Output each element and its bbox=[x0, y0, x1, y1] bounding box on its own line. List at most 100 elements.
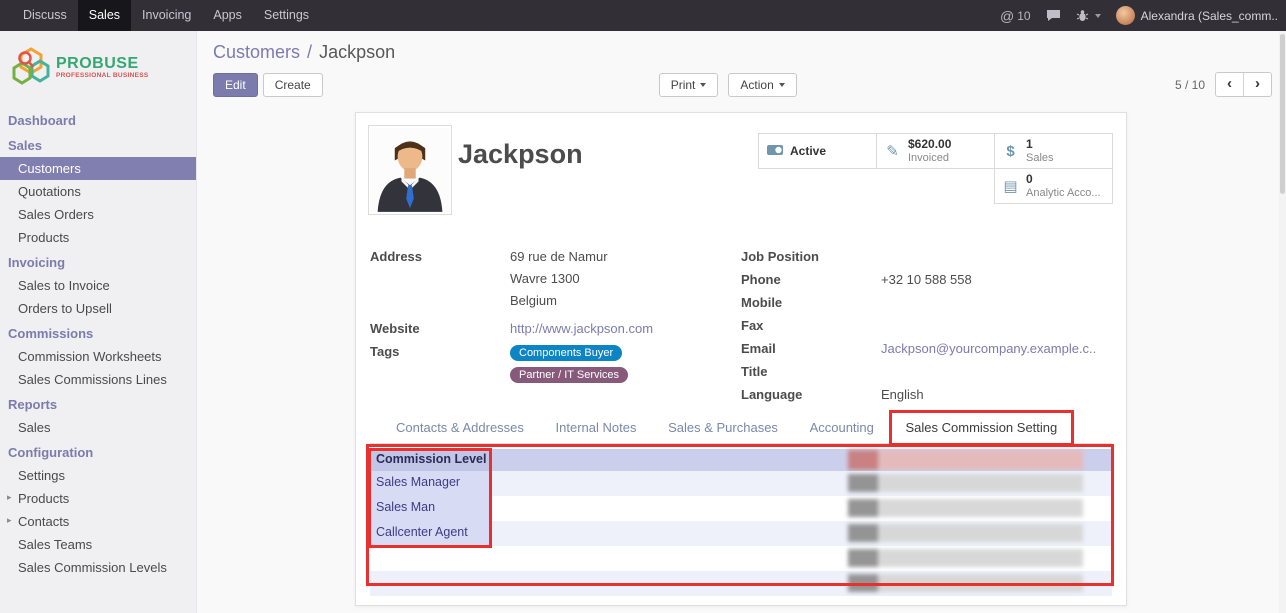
mention-icon: @ bbox=[1000, 8, 1014, 24]
sales-stat-button[interactable]: $ 1 Sales bbox=[994, 133, 1113, 169]
tab-internal-notes[interactable]: Internal Notes bbox=[542, 413, 651, 443]
field-groups: Address 69 rue de Namur Wavre 1300 Belgi… bbox=[370, 249, 1112, 410]
analytic-stat-button[interactable]: ▤ 0 Analytic Acco... bbox=[994, 168, 1113, 204]
user-name: Alexandra (Sales_comm.. bbox=[1141, 9, 1278, 23]
tab-accounting[interactable]: Accounting bbox=[796, 413, 888, 443]
logo-title: PROBUSE bbox=[56, 55, 149, 73]
sidebar-section-sales[interactable]: Sales bbox=[0, 132, 196, 157]
tab-sales-commission-setting[interactable]: Sales Commission Setting bbox=[892, 413, 1072, 443]
sidebar-item-sales-orders[interactable]: Sales Orders bbox=[0, 203, 196, 226]
logo-subtitle: PROFESSIONAL BUSINESS bbox=[56, 72, 149, 79]
invoiced-stat-button[interactable]: ✎ $620.00 Invoiced bbox=[876, 133, 995, 169]
sidebar-section-reports[interactable]: Reports bbox=[0, 391, 196, 416]
messages-icon[interactable] bbox=[1046, 9, 1061, 22]
menu-apps[interactable]: Apps bbox=[202, 0, 253, 31]
sidebar-section-configuration[interactable]: Configuration bbox=[0, 439, 196, 464]
user-menu[interactable]: Alexandra (Sales_comm.. bbox=[1116, 6, 1278, 25]
tag-components-buyer[interactable]: Components Buyer bbox=[510, 345, 622, 361]
tag-partner-it-services[interactable]: Partner / IT Services bbox=[510, 367, 628, 383]
expand-arrow-icon: ▸ bbox=[7, 515, 12, 526]
breadcrumb-customers[interactable]: Customers bbox=[213, 42, 300, 62]
redacted-region bbox=[848, 549, 1083, 567]
field-group-left: Address 69 rue de Namur Wavre 1300 Belgi… bbox=[370, 249, 741, 410]
address-value[interactable]: 69 rue de Namur Wavre 1300 Belgium bbox=[510, 249, 608, 315]
commission-level-cell: Callcenter Agent bbox=[370, 521, 490, 546]
sidebar-item-sales-to-invoice[interactable]: Sales to Invoice bbox=[0, 274, 196, 297]
table-row[interactable]: Sales Man bbox=[370, 496, 1112, 521]
page-scrollbar[interactable] bbox=[1279, 31, 1286, 613]
language-label: Language bbox=[741, 387, 881, 404]
bug-icon bbox=[1076, 9, 1089, 22]
active-stat-label: Active bbox=[790, 144, 826, 158]
analytic-count: 0 bbox=[1026, 172, 1101, 186]
mention-count: 10 bbox=[1017, 9, 1030, 23]
sidebar-item-sales-commission-levels[interactable]: Sales Commission Levels bbox=[0, 556, 196, 579]
tab-sales-purchases[interactable]: Sales & Purchases bbox=[654, 413, 792, 443]
pager-next-button[interactable]: › bbox=[1243, 73, 1271, 96]
phone-value[interactable]: +32 10 588 558 bbox=[881, 272, 972, 289]
menu-invoicing[interactable]: Invoicing bbox=[131, 0, 202, 31]
sidebar-section-invoicing[interactable]: Invoicing bbox=[0, 249, 196, 274]
sidebar-item-label: Products bbox=[18, 491, 69, 506]
print-label: Print bbox=[671, 78, 696, 92]
sidebar-item-sales-commissions-lines[interactable]: Sales Commissions Lines bbox=[0, 368, 196, 391]
sidebar-item-reports-sales[interactable]: Sales bbox=[0, 416, 196, 439]
sidebar-item-quotations[interactable]: Quotations bbox=[0, 180, 196, 203]
menu-sales[interactable]: Sales bbox=[78, 0, 131, 31]
print-button[interactable]: Print bbox=[659, 73, 719, 97]
email-link[interactable]: Jackpson@yourcompany.example.c.. bbox=[881, 341, 1096, 358]
tab-contacts-addresses[interactable]: Contacts & Addresses bbox=[382, 413, 538, 443]
website-link[interactable]: http://www.jackpson.com bbox=[510, 321, 653, 338]
sidebar-item-config-products[interactable]: ▸ Products bbox=[0, 487, 196, 510]
edit-button[interactable]: Edit bbox=[213, 73, 258, 97]
tags-value: Components Buyer Partner / IT Services bbox=[510, 344, 633, 388]
action-button[interactable]: Action bbox=[728, 73, 796, 97]
address-country: Belgium bbox=[510, 293, 608, 308]
menu-settings[interactable]: Settings bbox=[253, 0, 320, 31]
sidebar-item-products[interactable]: Products bbox=[0, 226, 196, 249]
breadcrumb: Customers / Jackpson bbox=[197, 31, 1286, 65]
sidebar-item-orders-to-upsell[interactable]: Orders to Upsell bbox=[0, 297, 196, 320]
pager-count: 5 / 10 bbox=[1175, 78, 1205, 92]
sidebar-item-label: Contacts bbox=[18, 514, 69, 529]
record-sheet: Jackpson Active ✎ $620.00 Invoiced $ 1 bbox=[355, 112, 1127, 606]
address-street: 69 rue de Namur bbox=[510, 249, 608, 264]
menu-discuss[interactable]: Discuss bbox=[12, 0, 78, 31]
breadcrumb-current: Jackpson bbox=[319, 42, 395, 62]
control-panel-buttons: Edit Create Print Action 5 / 10 ‹ › bbox=[197, 65, 1286, 107]
sidebar-section-commissions[interactable]: Commissions bbox=[0, 320, 196, 345]
dollar-icon: $ bbox=[1002, 143, 1019, 160]
redacted-region bbox=[848, 499, 1083, 517]
pencil-icon: ✎ bbox=[884, 142, 901, 160]
contact-photo[interactable] bbox=[368, 125, 452, 215]
pager-previous-button[interactable]: ‹ bbox=[1216, 73, 1243, 96]
mention-counter[interactable]: @ 10 bbox=[1000, 8, 1031, 24]
sidebar-item-config-contacts[interactable]: ▸ Contacts bbox=[0, 510, 196, 533]
topbar: Discuss Sales Invoicing Apps Settings @ … bbox=[0, 0, 1286, 31]
expand-arrow-icon: ▸ bbox=[7, 492, 12, 503]
scrollbar-thumb[interactable] bbox=[1280, 34, 1285, 194]
sidebar-item-customers[interactable]: Customers bbox=[0, 157, 196, 180]
book-icon: ▤ bbox=[1002, 177, 1019, 195]
sidebar-item-sales-teams[interactable]: Sales Teams bbox=[0, 533, 196, 556]
language-value[interactable]: English bbox=[881, 387, 924, 404]
topbar-menus: Discuss Sales Invoicing Apps Settings bbox=[0, 0, 320, 31]
active-stat-button[interactable]: Active bbox=[758, 133, 877, 169]
sidebar-nav: Dashboard Sales Customers Quotations Sal… bbox=[0, 107, 196, 579]
topbar-right: @ 10 Alexandra (Sales_comm.. bbox=[1000, 0, 1286, 31]
sidebar-item-commission-worksheets[interactable]: Commission Worksheets bbox=[0, 345, 196, 368]
chevron-down-icon bbox=[779, 83, 785, 87]
address-label: Address bbox=[370, 249, 510, 315]
table-row[interactable]: Callcenter Agent bbox=[370, 521, 1112, 546]
commission-table: Commission Level Sales Manager Sales Man… bbox=[370, 449, 1112, 596]
sidebar-item-dashboard[interactable]: Dashboard bbox=[0, 107, 196, 132]
job-position-label: Job Position bbox=[741, 249, 881, 266]
redacted-region bbox=[848, 574, 1083, 592]
sidebar-item-settings[interactable]: Settings bbox=[0, 464, 196, 487]
invoiced-value: $620.00 bbox=[908, 137, 951, 151]
table-row[interactable]: Sales Manager bbox=[370, 471, 1112, 496]
address-city: Wavre 1300 bbox=[510, 271, 608, 286]
create-button[interactable]: Create bbox=[263, 73, 323, 97]
action-button-group: Print Action bbox=[659, 73, 797, 97]
debug-menu[interactable] bbox=[1076, 9, 1101, 22]
